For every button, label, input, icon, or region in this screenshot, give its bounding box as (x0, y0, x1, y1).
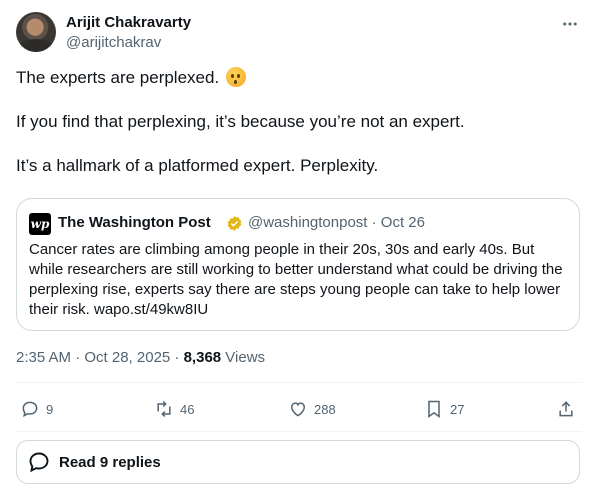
bookmark-count: 27 (450, 401, 465, 417)
quoted-tweet[interactable]: wp The Washington Post @washingtonpost ·… (16, 198, 580, 331)
repost-button[interactable]: 46 (154, 396, 194, 422)
author-avatar[interactable] (16, 12, 56, 52)
quoted-text: Cancer rates are climbing among people i… (29, 241, 563, 318)
views-label: Views (221, 349, 266, 366)
author-handle[interactable]: @arijitchakrav (66, 34, 161, 52)
share-button[interactable] (556, 396, 576, 422)
timestamp[interactable]: 2:35 AM · Oct 28, 2025 · (16, 349, 184, 366)
repost-count: 46 (180, 401, 195, 417)
thinking-face-emoji-icon (225, 67, 246, 87)
heart-icon (290, 402, 306, 417)
more-options-icon[interactable] (558, 12, 582, 36)
bookmark-button[interactable]: 27 (424, 396, 464, 422)
tweet-meta: 2:35 AM · Oct 28, 2025 · 8,368 Views (16, 349, 265, 367)
tweet-paragraph: If you find that perplexing, it’s becaus… (16, 112, 465, 131)
read-replies-label: Read 9 replies (59, 453, 161, 471)
views-count: 8,368 (183, 349, 222, 366)
reply-bubble-icon (29, 452, 49, 473)
avatar-figure (18, 39, 54, 52)
reply-count: 9 (46, 401, 54, 417)
reply-button[interactable]: 9 (20, 396, 53, 422)
tweet-paragraph: The experts are perplexed. (16, 67, 576, 89)
share-icon (559, 401, 573, 417)
washington-post-logo: wp (29, 213, 51, 235)
quoted-handle-date[interactable]: @washingtonpost · Oct 26 (248, 214, 425, 232)
divider (16, 382, 582, 383)
verified-badge-icon (227, 216, 242, 231)
read-replies-button[interactable]: Read 9 replies (16, 440, 580, 484)
divider (16, 431, 582, 432)
repost-icon (157, 400, 171, 418)
action-bar: 9 46 288 27 (0, 396, 598, 422)
quoted-display-name[interactable]: The Washington Post (58, 214, 211, 232)
reply-icon (22, 401, 38, 418)
tweet-text: The experts are perplexed. If you find t… (16, 67, 576, 177)
bookmark-icon (428, 400, 440, 418)
like-count: 288 (314, 401, 336, 417)
author-display-name[interactable]: Arijit Chakravarty (66, 14, 191, 32)
like-button[interactable]: 288 (288, 396, 336, 422)
tweet-paragraph: It’s a hallmark of a platformed expert. … (16, 156, 379, 175)
